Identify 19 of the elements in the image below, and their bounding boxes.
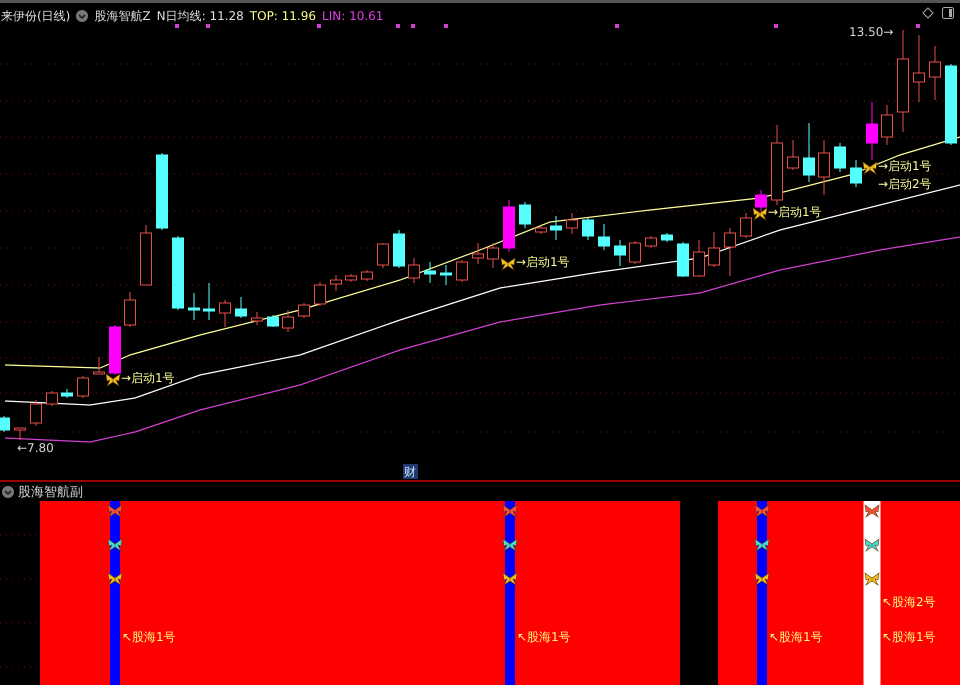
stock-title: 来伊份(日线): [1, 8, 70, 24]
signal-label: →启动1号: [516, 255, 570, 269]
indicator-value: TOP: 11.96: [250, 9, 316, 23]
signal-label: →启动1号: [768, 205, 822, 219]
high-price-label: 13.50→: [849, 25, 894, 39]
signal-label: ↖股海1号: [517, 630, 571, 644]
indicator-value: N日均线: 11.28: [156, 8, 244, 24]
indicator-name: 股海智航Z: [94, 8, 151, 24]
signal-label: ↖股海1号: [769, 630, 823, 644]
signal-label: →启动2号: [878, 177, 932, 191]
signal-label: ↖股海1号: [882, 630, 936, 644]
pane-title: 股海智航副: [18, 484, 83, 500]
signal-label: →启动1号: [878, 159, 932, 173]
low-price-label: ←7.80: [17, 441, 54, 455]
indicator-value: LIN: 10.61: [322, 9, 384, 23]
signal-label: →启动1号: [121, 371, 175, 385]
finance-marker: 财: [403, 464, 418, 479]
signal-label: ↖股海1号: [122, 630, 176, 644]
signal-label: ↖股海2号: [882, 595, 936, 609]
